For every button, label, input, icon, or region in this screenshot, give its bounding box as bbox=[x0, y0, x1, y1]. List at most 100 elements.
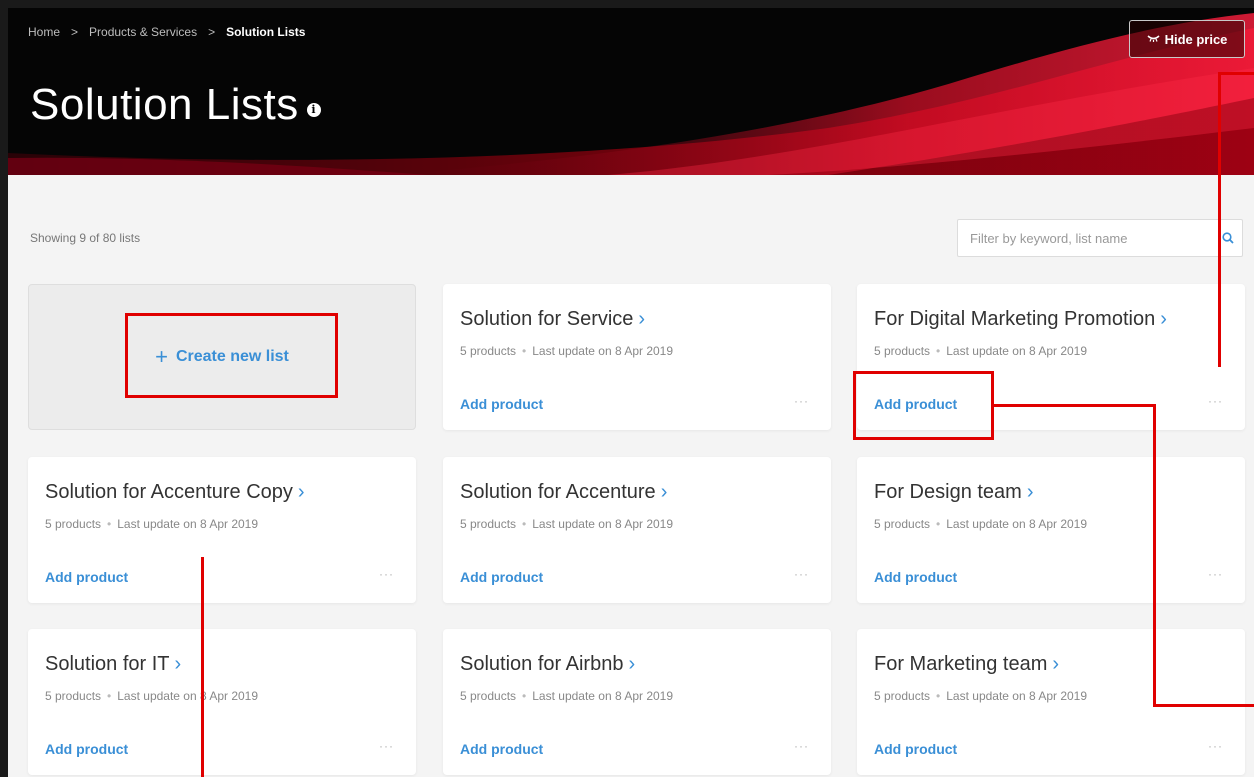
card-meta: 5 products • Last update on 8 Apr 2019 bbox=[460, 689, 673, 703]
hide-price-label: Hide price bbox=[1164, 31, 1228, 47]
card-meta: 5 products • Last update on 8 Apr 2019 bbox=[874, 517, 1087, 531]
add-product-button[interactable]: Add product bbox=[460, 569, 543, 585]
chevron-right-icon: › bbox=[1052, 653, 1060, 675]
add-product-button[interactable]: Add product bbox=[874, 741, 957, 757]
more-options-icon[interactable]: ··· bbox=[794, 567, 809, 581]
product-count: 5 products bbox=[874, 344, 931, 358]
create-new-list-button[interactable]: + Create new list bbox=[155, 344, 289, 370]
card-title-text[interactable]: For Digital Marketing Promotion bbox=[874, 308, 1155, 331]
list-card[interactable]: Solution for Service › 5 products • Last up… bbox=[443, 284, 831, 430]
more-options-icon[interactable]: ··· bbox=[1208, 739, 1223, 753]
breadcrumb-separator: > bbox=[208, 25, 216, 39]
last-update: Last update on 8 Apr 2019 bbox=[946, 517, 1088, 531]
card-title-text[interactable]: Solution for Airbnb bbox=[460, 653, 623, 676]
list-card[interactable]: For Digital Marketing Promotion › 5 produ… bbox=[857, 284, 1245, 430]
meta-separator: • bbox=[936, 344, 941, 358]
meta-separator: • bbox=[936, 517, 941, 531]
chevron-right-icon: › bbox=[628, 653, 636, 675]
more-options-icon[interactable]: ··· bbox=[1208, 567, 1223, 581]
last-update: Last update on 8 Apr 2019 bbox=[946, 689, 1088, 703]
card-title[interactable]: Solution for Accenture Copy › bbox=[45, 481, 305, 504]
card-title[interactable]: Solution for Service › bbox=[460, 308, 645, 331]
last-update: Last update on 8 Apr 2019 bbox=[117, 689, 259, 703]
meta-separator: • bbox=[522, 344, 527, 358]
add-product-button[interactable]: Add product bbox=[460, 396, 543, 412]
chevron-right-icon: › bbox=[297, 481, 305, 503]
last-update: Last update on 8 Apr 2019 bbox=[117, 517, 259, 531]
card-meta: 5 products • Last update on 8 Apr 2019 bbox=[45, 517, 258, 531]
page-title-text: Solution Lists bbox=[30, 80, 299, 129]
meta-separator: • bbox=[107, 517, 112, 531]
last-update: Last update on 8 Apr 2019 bbox=[946, 344, 1088, 358]
list-card[interactable]: Solution for Accenture Copy › 5 products •… bbox=[28, 457, 416, 603]
create-new-list-label: Create new list bbox=[175, 348, 289, 365]
card-title[interactable]: For Digital Marketing Promotion › bbox=[874, 308, 1167, 331]
card-title-text[interactable]: For Marketing team bbox=[874, 653, 1047, 676]
card-meta: 5 products • Last update on 8 Apr 2019 bbox=[45, 689, 258, 703]
breadcrumb-products-services[interactable]: Products & Services bbox=[89, 25, 197, 39]
product-count: 5 products bbox=[45, 517, 102, 531]
list-card[interactable]: Solution for Airbnb › 5 products • Last upd… bbox=[443, 629, 831, 775]
add-product-button[interactable]: Add product bbox=[45, 569, 128, 585]
product-count: 5 products bbox=[45, 689, 102, 703]
add-product-button[interactable]: Add product bbox=[460, 741, 543, 757]
breadcrumb-current: Solution Lists bbox=[226, 25, 306, 39]
card-meta: 5 products • Last update on 8 Apr 2019 bbox=[874, 689, 1087, 703]
breadcrumb-home[interactable]: Home bbox=[28, 25, 60, 39]
info-icon[interactable]: i bbox=[306, 103, 321, 117]
eye-closed-icon bbox=[1147, 33, 1160, 45]
filter-input[interactable] bbox=[958, 220, 1214, 256]
chevron-right-icon: › bbox=[660, 481, 668, 503]
add-product-button[interactable]: Add product bbox=[45, 741, 128, 757]
card-title[interactable]: Solution for Airbnb › bbox=[460, 653, 635, 676]
product-count: 5 products bbox=[460, 689, 517, 703]
meta-separator: • bbox=[522, 517, 527, 531]
product-count: 5 products bbox=[874, 689, 931, 703]
list-card[interactable]: For Marketing team › 5 products • Last upda… bbox=[857, 629, 1245, 775]
card-title-text[interactable]: Solution for IT bbox=[45, 653, 170, 676]
last-update: Last update on 8 Apr 2019 bbox=[532, 689, 674, 703]
card-title-text[interactable]: Solution for Accenture Copy bbox=[45, 481, 293, 504]
more-options-icon[interactable]: ··· bbox=[1208, 394, 1223, 408]
meta-separator: • bbox=[107, 689, 112, 703]
product-count: 5 products bbox=[460, 517, 517, 531]
add-product-button[interactable]: Add product bbox=[874, 569, 957, 585]
list-card[interactable]: For Design team › 5 products • Last update … bbox=[857, 457, 1245, 603]
chevron-right-icon: › bbox=[174, 653, 182, 675]
meta-separator: • bbox=[522, 689, 527, 703]
card-meta: 5 products • Last update on 8 Apr 2019 bbox=[874, 344, 1087, 358]
meta-separator: • bbox=[936, 689, 941, 703]
product-count: 5 products bbox=[460, 344, 517, 358]
plus-icon: + bbox=[155, 344, 168, 369]
card-title-text[interactable]: Solution for Accenture bbox=[460, 481, 656, 504]
chevron-right-icon: › bbox=[1160, 308, 1167, 330]
card-title-text[interactable]: Solution for Service bbox=[460, 308, 633, 331]
more-options-icon[interactable]: ··· bbox=[379, 739, 394, 753]
results-count: Showing 9 of 80 lists bbox=[30, 231, 141, 245]
card-title-text[interactable]: For Design team bbox=[874, 481, 1022, 504]
product-count: 5 products bbox=[874, 517, 931, 531]
list-card[interactable]: Solution for Accenture › 5 products • Last … bbox=[443, 457, 831, 603]
last-update: Last update on 8 Apr 2019 bbox=[532, 344, 674, 358]
page-title: Solution Lists i bbox=[30, 80, 321, 130]
more-options-icon[interactable]: ··· bbox=[794, 739, 809, 753]
last-update: Last update on 8 Apr 2019 bbox=[532, 517, 674, 531]
card-meta: 5 products • Last update on 8 Apr 2019 bbox=[460, 517, 673, 531]
more-options-icon[interactable]: ··· bbox=[794, 394, 809, 408]
create-list-card[interactable]: + Create new list bbox=[28, 284, 416, 430]
list-card[interactable]: Solution for IT › 5 products • Last update … bbox=[28, 629, 416, 775]
more-options-icon[interactable]: ··· bbox=[379, 567, 394, 581]
card-meta: 5 products • Last update on 8 Apr 2019 bbox=[460, 344, 673, 358]
breadcrumb-separator: > bbox=[71, 25, 79, 39]
chevron-right-icon: › bbox=[638, 308, 646, 330]
card-title[interactable]: Solution for IT › bbox=[45, 653, 181, 676]
card-title[interactable]: Solution for Accenture › bbox=[460, 481, 667, 504]
search-icon[interactable] bbox=[1214, 220, 1242, 256]
card-title[interactable]: For Marketing team › bbox=[874, 653, 1059, 676]
filter-field[interactable] bbox=[957, 219, 1243, 257]
card-title[interactable]: For Design team › bbox=[874, 481, 1034, 504]
hide-price-button[interactable]: Hide price bbox=[1129, 20, 1245, 58]
breadcrumb: Home > Products & Services > Solution Li… bbox=[28, 25, 305, 39]
page-header: Home > Products & Services > Solution Li… bbox=[8, 8, 1254, 175]
add-product-button[interactable]: Add product bbox=[874, 396, 957, 412]
